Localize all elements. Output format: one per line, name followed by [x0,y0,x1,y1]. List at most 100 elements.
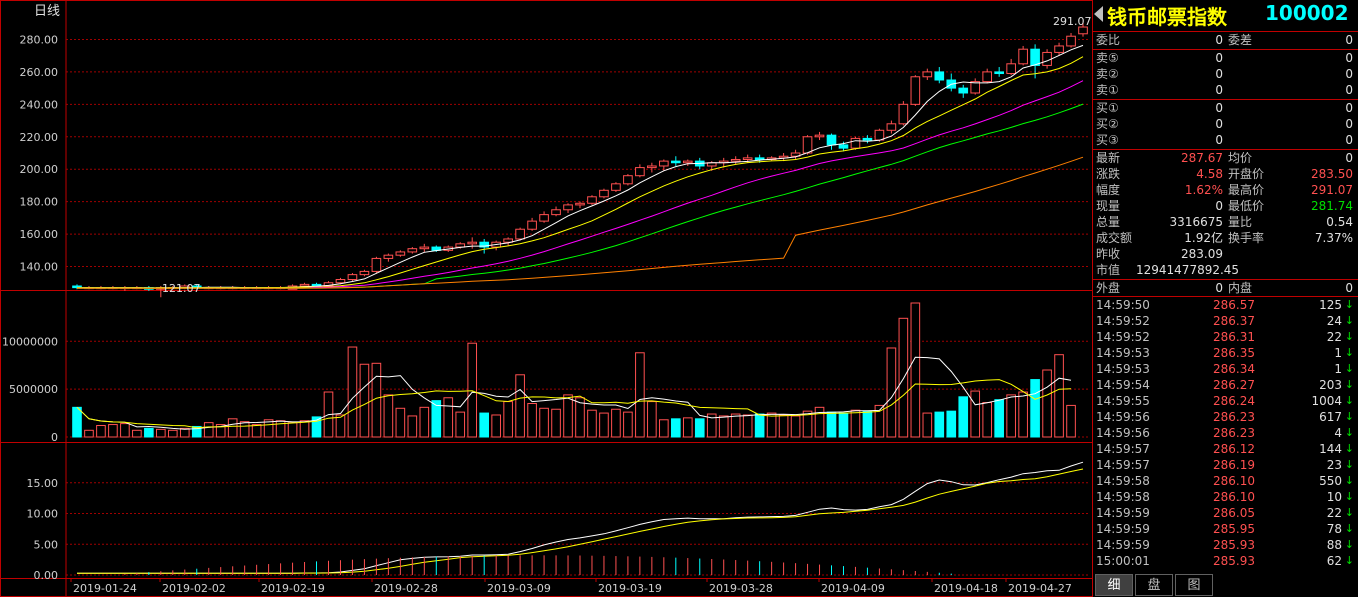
volume-bar [455,411,466,438]
tick-price: 286.34 [1213,362,1255,376]
kline-chart[interactable]: 280.00 260.00 240.00 220.00 200.00 180.00 160.… [0,0,1093,597]
volume-ma-line [76,379,1072,429]
buy-price: 0 [1215,133,1223,147]
pct-label: 幅度 [1096,183,1121,197]
down-arrow-icon: ↓ [1344,346,1354,359]
tab-detail[interactable]: 细 [1095,574,1133,596]
date-tick-label: 2019-02-19 [261,582,325,595]
volume-bar [647,401,657,438]
tick-volume: 144 [1319,442,1342,456]
quote-panel: 钱币邮票指数 100002 委比 0 委差 0 卖⑤ 0 0 卖② 0 0 卖① 0 0 买① 0… [1093,0,1358,597]
sell-row: 卖① 0 0 [1096,82,1356,98]
volume-bar [167,429,178,438]
amount-label: 成交额 [1096,231,1133,245]
volume-bars [72,302,1076,438]
price-tick-label: 140.00 [20,261,59,274]
tick-time: 15:00:01 [1096,554,1150,568]
buy-volume: 0 [1345,101,1353,115]
volume-bar [682,417,693,438]
buy-price: 0 [1215,101,1223,115]
volume-bar [72,406,82,438]
tick-time: 14:59:57 [1096,458,1150,472]
totvol-label: 总量 [1096,215,1121,229]
volume-bar [527,403,537,438]
tick-volume: 24 [1326,314,1342,328]
period-label: 日线 [34,4,60,19]
indicator-tick-label: 5.00 [34,538,59,551]
tab-chart[interactable]: 图 [1175,574,1213,596]
tick-price: 286.27 [1213,378,1255,392]
tick-time: 14:59:53 [1096,362,1150,376]
tick-time: 14:59:59 [1096,506,1150,520]
volume-bar [1054,354,1064,438]
tick-price: 286.12 [1213,442,1255,456]
volume-bar [491,414,501,438]
candle [467,237,478,249]
outer-inner-row: 外盘 0 内盘 0 [1096,280,1356,296]
down-arrow-icon: ↓ [1344,522,1354,535]
outer-label: 外盘 [1096,281,1121,295]
volume-tick-label: 0 [51,431,58,444]
cur-label: 现量 [1096,199,1121,213]
indicator-lines [77,461,1084,575]
volume-bar [1030,379,1040,438]
down-arrow-icon: ↓ [1344,394,1354,407]
volume-bar [659,419,669,438]
tick-row: 14:59:59 285.95 78 ↓ [1093,521,1358,537]
price-tick-label: 260.00 [20,66,59,79]
candlestick-series [72,21,1088,298]
candle [407,247,418,254]
candle [551,206,561,217]
tick-time: 14:59:52 [1096,330,1150,344]
tick-volume: 23 [1326,458,1342,472]
tick-price: 286.10 [1213,474,1255,488]
indicator-tick-label: 15.00 [27,477,59,490]
sell-row: 卖② 0 0 [1096,66,1356,82]
volume-bar [790,415,801,438]
tick-price: 286.23 [1213,410,1255,424]
tick-volume: 617 [1319,410,1342,424]
down-arrow-icon: ↓ [1344,554,1354,567]
date-tick-label: 2019-04-18 [934,582,998,595]
volume-bar [814,406,825,438]
volume-bar [395,407,406,438]
volume-bar [479,412,489,438]
webi-value: 0 [1215,33,1223,47]
volume-bar [203,422,214,438]
tick-row: 14:59:55 286.24 1004 ↓ [1093,393,1358,409]
change-row: 涨跌 4.58 开盘价 283.50 [1096,166,1356,182]
open-label: 开盘价 [1228,167,1265,181]
date-tick-label: 2019-03-09 [487,582,551,595]
prev-arrow-icon[interactable] [1094,6,1103,22]
tick-price: 286.10 [1213,490,1255,504]
sell-price: 0 [1215,83,1223,97]
volume-bar [1042,369,1052,438]
tick-time: 14:59:50 [1096,298,1150,312]
candle [886,120,897,134]
tick-volume: 1004 [1311,394,1342,408]
tick-volume: 550 [1319,474,1342,488]
volume-bar [132,429,142,438]
price-tick-label: 220.00 [20,131,59,144]
candle [503,237,513,246]
ma5-line [77,44,1084,289]
volume-bar [563,394,573,438]
high-marker: 291.07 [1053,15,1092,28]
indicator-tick-label: 0.00 [34,569,59,582]
volume-bar [671,418,681,438]
candle [647,162,657,173]
date-tick-label: 2019-04-09 [821,582,885,595]
volume-bar [730,413,741,438]
volume-bar [982,402,993,438]
tick-volume: 62 [1326,554,1342,568]
tick-row: 14:59:53 286.34 1 ↓ [1093,361,1358,377]
candle [946,73,957,92]
candle [671,156,681,166]
volume-bar [575,397,585,438]
volume-tick-label: 10000000 [2,335,58,348]
volume-bar [910,302,921,438]
volume-bar [120,423,130,438]
volume-bar [1066,404,1076,438]
tab-order-book[interactable]: 盘 [1135,574,1173,596]
tick-time: 14:59:58 [1096,490,1150,504]
